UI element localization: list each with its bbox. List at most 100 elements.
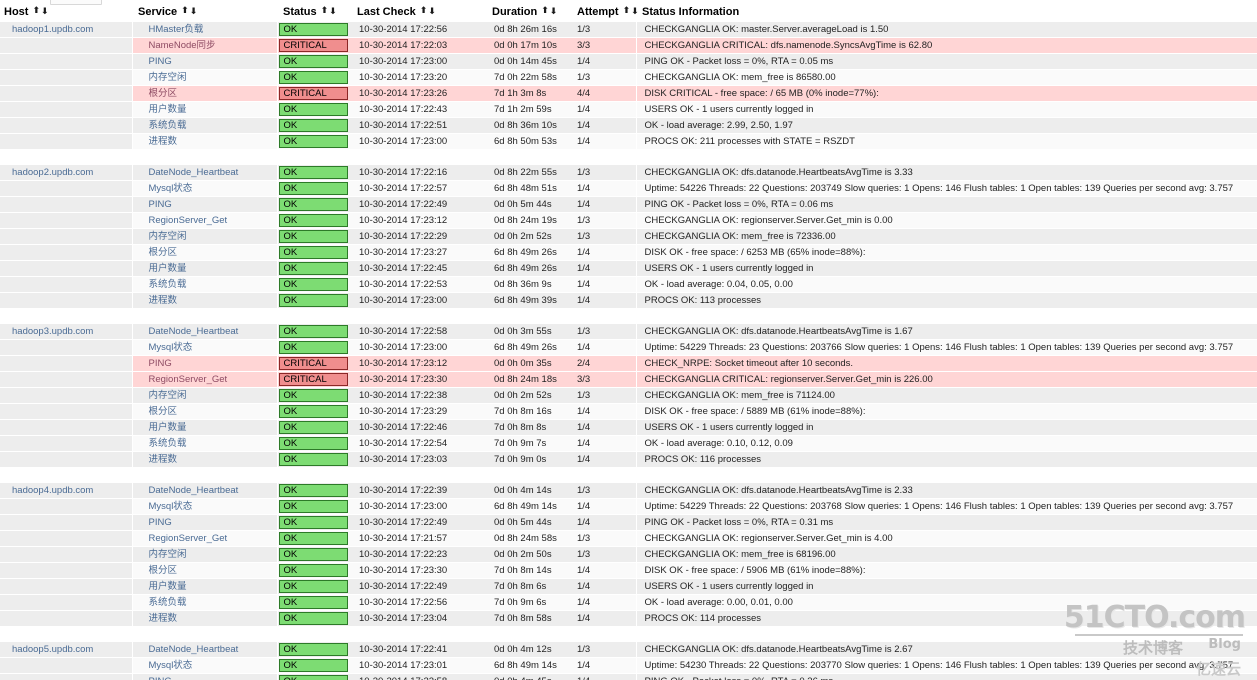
status-badge: OK [278,388,348,402]
host-cell-empty [0,100,133,118]
service-link[interactable]: DateNode_Heartbeat [132,640,278,658]
service-link[interactable]: 用户数量 [132,577,278,595]
service-link[interactable]: Mysql状态 [132,338,278,356]
service-link[interactable]: 进程数 [132,291,278,309]
service-link[interactable]: 进程数 [132,132,278,150]
sort-asc-icon[interactable]: ⬆ [181,5,189,16]
attempt-cell: 1/4 [571,656,636,674]
service-link[interactable]: PING [132,513,278,531]
service-link[interactable]: PING [132,52,278,70]
status-cell: OK [277,513,351,531]
service-link[interactable]: 根分区 [132,402,278,420]
service-link[interactable]: PING [132,195,278,213]
host-link[interactable]: hadoop4.updb.com [0,481,133,499]
last-check-cell: 10-30-2014 17:22:58 [351,322,486,340]
table-row: hadoop5.updb.com DateNode_Heartbeat OK 10-3… [0,640,1257,658]
service-link[interactable]: RegionServer_Get [132,370,278,388]
service-link[interactable]: Mysql状态 [132,656,278,674]
table-row: 用户数量 OK 10-30-2014 17:22:49 7d 0h 8m 6s 1/4 U… [0,577,1257,595]
service-link[interactable]: 内存空闲 [132,386,278,404]
service-link[interactable]: 内存空闲 [132,68,278,86]
sort-asc-icon[interactable]: ⬆ [623,5,631,16]
service-link[interactable]: 用户数量 [132,259,278,277]
service-link[interactable]: 根分区 [132,243,278,261]
host-cell-empty [0,259,133,277]
attempt-cell: 1/3 [571,529,636,547]
duration-cell: 0d 0h 2m 52s [486,227,571,245]
sort-asc-icon[interactable]: ⬆ [321,5,329,16]
last-check-cell: 10-30-2014 17:22:16 [351,163,486,181]
sort-desc-icon[interactable]: ⬇ [428,6,436,17]
column-header-last-check[interactable]: Last Check ⬆⬇ [351,0,486,21]
status-cell: OK [277,195,351,213]
duration-cell: 7d 1h 3m 8s [486,84,571,102]
service-link[interactable]: PING [132,672,278,680]
service-link[interactable]: 进程数 [132,450,278,468]
sort-asc-icon[interactable]: ⬆ [541,5,549,16]
sort-asc-icon[interactable]: ⬆ [420,5,428,16]
status-information-cell: DISK CRITICAL - free space: / 65 MB (0% … [635,84,1257,102]
sort-arrows-last-check[interactable]: ⬆⬇ [420,5,436,17]
service-link[interactable]: NameNode同步 [132,36,278,54]
status-badge: OK [278,70,348,84]
column-header-attempt[interactable]: Attempt ⬆⬇ [571,0,639,21]
service-link[interactable]: Mysql状态 [132,497,278,515]
status-cell: OK [277,243,351,261]
sort-desc-icon[interactable]: ⬇ [631,6,639,17]
last-check-cell: 10-30-2014 17:23:30 [351,370,486,388]
sort-arrows-service[interactable]: ⬆⬇ [181,5,198,17]
service-link[interactable]: 进程数 [132,609,278,627]
service-link[interactable]: 内存空闲 [132,227,278,245]
column-header-service[interactable]: Service ⬆⬇ [132,0,277,21]
service-link[interactable]: 根分区 [132,84,278,102]
service-link[interactable]: 系统负载 [132,116,278,134]
host-link[interactable]: hadoop2.updb.com [0,163,133,181]
service-link[interactable]: 内存空闲 [132,545,278,563]
duration-cell: 0d 8h 24m 58s [486,529,571,547]
table-row: RegionServer_Get CRITICAL 10-30-2014 17:23… [0,370,1257,388]
host-link[interactable]: hadoop3.updb.com [0,322,133,340]
attempt-cell: 1/4 [571,116,636,134]
service-link[interactable]: RegionServer_Get [132,211,278,229]
attempt-cell: 1/4 [571,275,636,293]
service-link[interactable]: DateNode_Heartbeat [132,163,278,181]
sort-arrows-host[interactable]: ⬆⬇ [32,5,49,17]
table-row: 根分区 CRITICAL 10-30-2014 17:23:26 7d 1h 3m 8… [0,84,1257,102]
service-link[interactable]: Mysql状态 [132,179,278,197]
host-cell-empty [0,116,133,134]
service-link[interactable]: HMaster负载 [132,20,278,38]
duration-cell: 6d 8h 50m 53s [486,132,571,150]
service-link[interactable]: 系统负载 [132,434,278,452]
last-check-cell: 10-30-2014 17:22:53 [351,275,486,293]
host-cell-empty [0,386,133,404]
service-link[interactable]: 根分区 [132,561,278,579]
sort-asc-icon[interactable]: ⬆ [32,5,40,16]
sort-desc-icon[interactable]: ⬇ [190,6,198,17]
attempt-cell: 1/4 [571,513,636,531]
service-link[interactable]: DateNode_Heartbeat [132,481,278,499]
status-cell: OK [277,259,351,277]
service-link[interactable]: DateNode_Heartbeat [132,322,278,340]
column-header-duration[interactable]: Duration ⬆⬇ [486,0,571,21]
service-link[interactable]: 用户数量 [132,100,278,118]
service-link[interactable]: RegionServer_Get [132,529,278,547]
status-cell: OK [277,227,351,245]
sort-arrows-attempt[interactable]: ⬆⬇ [623,5,639,17]
attempt-cell: 1/3 [571,545,636,563]
sort-desc-icon[interactable]: ⬇ [329,6,337,17]
sort-desc-icon[interactable]: ⬇ [41,6,49,17]
service-link[interactable]: 用户数量 [132,418,278,436]
service-link[interactable]: 系统负载 [132,593,278,611]
service-link[interactable]: PING [132,354,278,372]
sort-arrows-status[interactable]: ⬆⬇ [321,5,337,17]
host-cell-empty [0,195,133,213]
host-link[interactable]: hadoop5.updb.com [0,640,133,658]
column-header-status[interactable]: Status ⬆⬇ [277,0,351,21]
host-link[interactable]: hadoop1.updb.com [0,20,133,38]
sort-arrows-duration[interactable]: ⬆⬇ [541,5,558,17]
host-group-separator [0,149,1257,164]
table-row: 进程数 OK 10-30-2014 17:23:00 6d 8h 49m 39s 1/4… [0,291,1257,309]
status-badge: OK [278,261,348,275]
sort-desc-icon[interactable]: ⬇ [550,6,558,17]
service-link[interactable]: 系统负载 [132,275,278,293]
